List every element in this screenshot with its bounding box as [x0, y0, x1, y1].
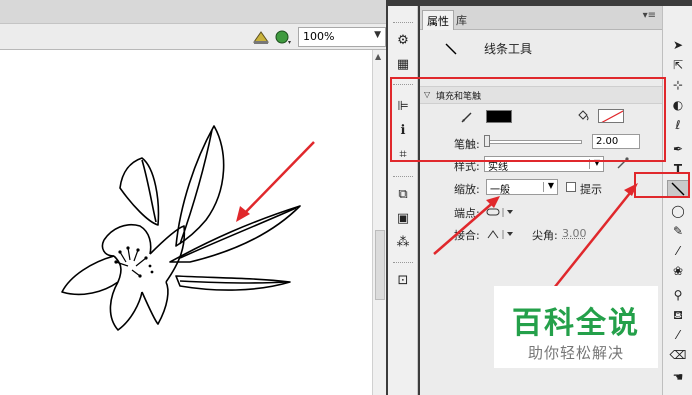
lasso-icon[interactable]: ℓ: [667, 116, 689, 134]
edit-symbols-icon[interactable]: [274, 28, 292, 46]
left-leaf: [119, 157, 160, 226]
free-transform-icon[interactable]: ⊹: [667, 76, 689, 94]
scroll-up-icon[interactable]: ▲: [375, 52, 381, 61]
zoom-icon[interactable]: ⌕: [667, 388, 689, 395]
line-tool-icon: [445, 43, 457, 55]
eraser-icon[interactable]: ⌫: [667, 346, 689, 364]
dock-grip[interactable]: [393, 22, 413, 25]
eyedropper-icon[interactable]: ⁄: [667, 326, 689, 344]
swatches-icon[interactable]: ▣: [394, 210, 412, 228]
tools-panel: ➤ ⇱ ⊹ ◐ ℓ ✒ T ◯ ✎ ⁄ ❀ ⚲ ⛾ ⁄ ⌫ ☚ ⌕: [662, 6, 692, 395]
components-icon[interactable]: ⧉: [394, 186, 412, 204]
annotation-arrows: [433, 183, 638, 289]
edit-scene-icon[interactable]: [252, 28, 270, 46]
gradient-transform-icon[interactable]: ◐: [667, 96, 689, 114]
watermark: 百科全说 助你轻松解决: [494, 286, 658, 368]
dock-grip[interactable]: [393, 176, 413, 179]
annotation-highlight-fill-stroke: [390, 77, 666, 162]
document-tab-strip: [0, 0, 388, 24]
tall-leaf: [175, 125, 225, 247]
petal-bottom-right: [141, 281, 169, 325]
hand-icon[interactable]: ☚: [667, 368, 689, 386]
selection-arrow-icon[interactable]: ➤: [667, 36, 689, 54]
watermark-subtitle: 助你轻松解决: [527, 344, 624, 362]
dock-grip[interactable]: [393, 262, 413, 265]
zoom-control[interactable]: 100% ▼: [298, 27, 386, 47]
panel-tab-row: 属性 库 ▾≡: [420, 6, 662, 30]
stage-top-margin: [0, 50, 372, 70]
panel-menu-icon[interactable]: ▾≡: [643, 10, 656, 21]
deco-icon[interactable]: ❀: [667, 262, 689, 280]
annotation-arrow-leaf: [239, 141, 315, 219]
chevron-down-icon[interactable]: ▼: [374, 30, 381, 40]
brush-icon[interactable]: ⁄: [667, 242, 689, 260]
paint-bucket-icon[interactable]: ⛾: [667, 306, 689, 324]
petal-center-curl: [101, 239, 115, 257]
petal-right: [149, 225, 186, 283]
lily-drawing: [61, 125, 315, 331]
rectangle-icon[interactable]: ◯: [667, 202, 689, 220]
vertical-scrollbar[interactable]: ▲: [372, 50, 386, 395]
motion-presets-icon[interactable]: ⚙: [394, 32, 412, 50]
bone-icon[interactable]: ⚲: [667, 286, 689, 304]
tool-name: 线条工具: [484, 42, 533, 56]
tab-properties[interactable]: 属性: [422, 10, 454, 30]
collapsed-panel-dock: ⚙ ▦ ⊫ ℹ ⌗ ⧉ ▣ ⁂ ⊡: [388, 6, 418, 395]
scroll-thumb[interactable]: [375, 230, 385, 300]
pencil-icon[interactable]: ✎: [667, 222, 689, 240]
tab-library[interactable]: 库: [452, 10, 471, 30]
subselection-arrow-icon[interactable]: ⇱: [667, 56, 689, 74]
watermark-title: 百科全说: [512, 306, 640, 341]
petal-left: [61, 255, 119, 296]
stage-canvas[interactable]: [0, 68, 372, 395]
zoom-value: 100%: [303, 30, 335, 43]
petal-bottom-left: [109, 281, 143, 331]
color-icon[interactable]: ⁂: [394, 234, 412, 252]
grid-align-icon[interactable]: ▦: [394, 56, 412, 74]
petal-top: [103, 224, 152, 255]
library-panel-icon[interactable]: ⊡: [394, 272, 412, 290]
pen-icon[interactable]: ✒: [667, 140, 689, 158]
